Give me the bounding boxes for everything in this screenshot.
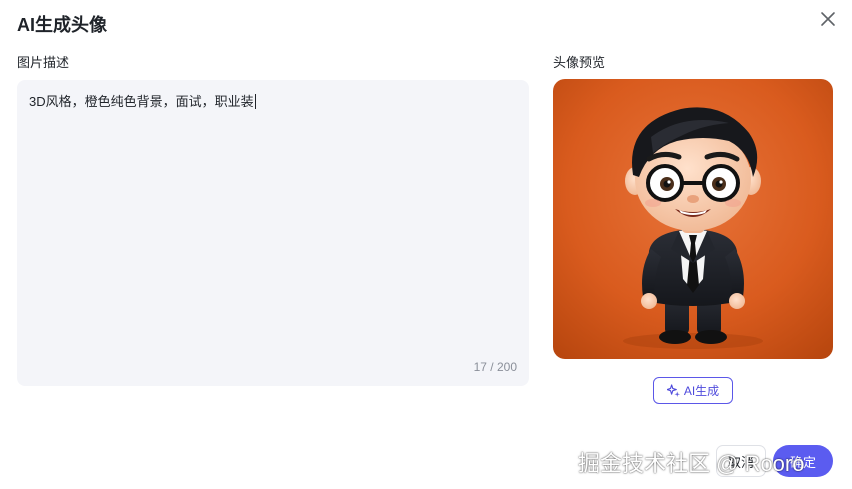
- description-label: 图片描述: [17, 55, 70, 70]
- description-textarea[interactable]: 3D风格，橙色纯色背景，面试，职业装 17 / 200: [17, 80, 529, 386]
- sparkle-icon: [666, 384, 680, 397]
- close-icon: [821, 12, 835, 26]
- description-value: 3D风格，橙色纯色背景，面试，职业装: [29, 94, 254, 109]
- ai-generate-button[interactable]: AI生成: [653, 377, 733, 404]
- text-caret: [254, 94, 256, 109]
- avatar-preview-image: [553, 79, 833, 359]
- ai-generate-label: AI生成: [683, 384, 720, 398]
- dialog-title: AI生成头像: [17, 15, 107, 35]
- description-text[interactable]: 3D风格，橙色纯色背景，面试，职业装: [29, 91, 256, 110]
- watermark: 掘金技术社区 @ Rooro: [578, 451, 805, 476]
- close-button[interactable]: [818, 9, 838, 29]
- preview-label: 头像预览: [553, 55, 606, 70]
- avatar-illustration: [553, 79, 833, 359]
- character-counter: 17 / 200: [473, 360, 517, 374]
